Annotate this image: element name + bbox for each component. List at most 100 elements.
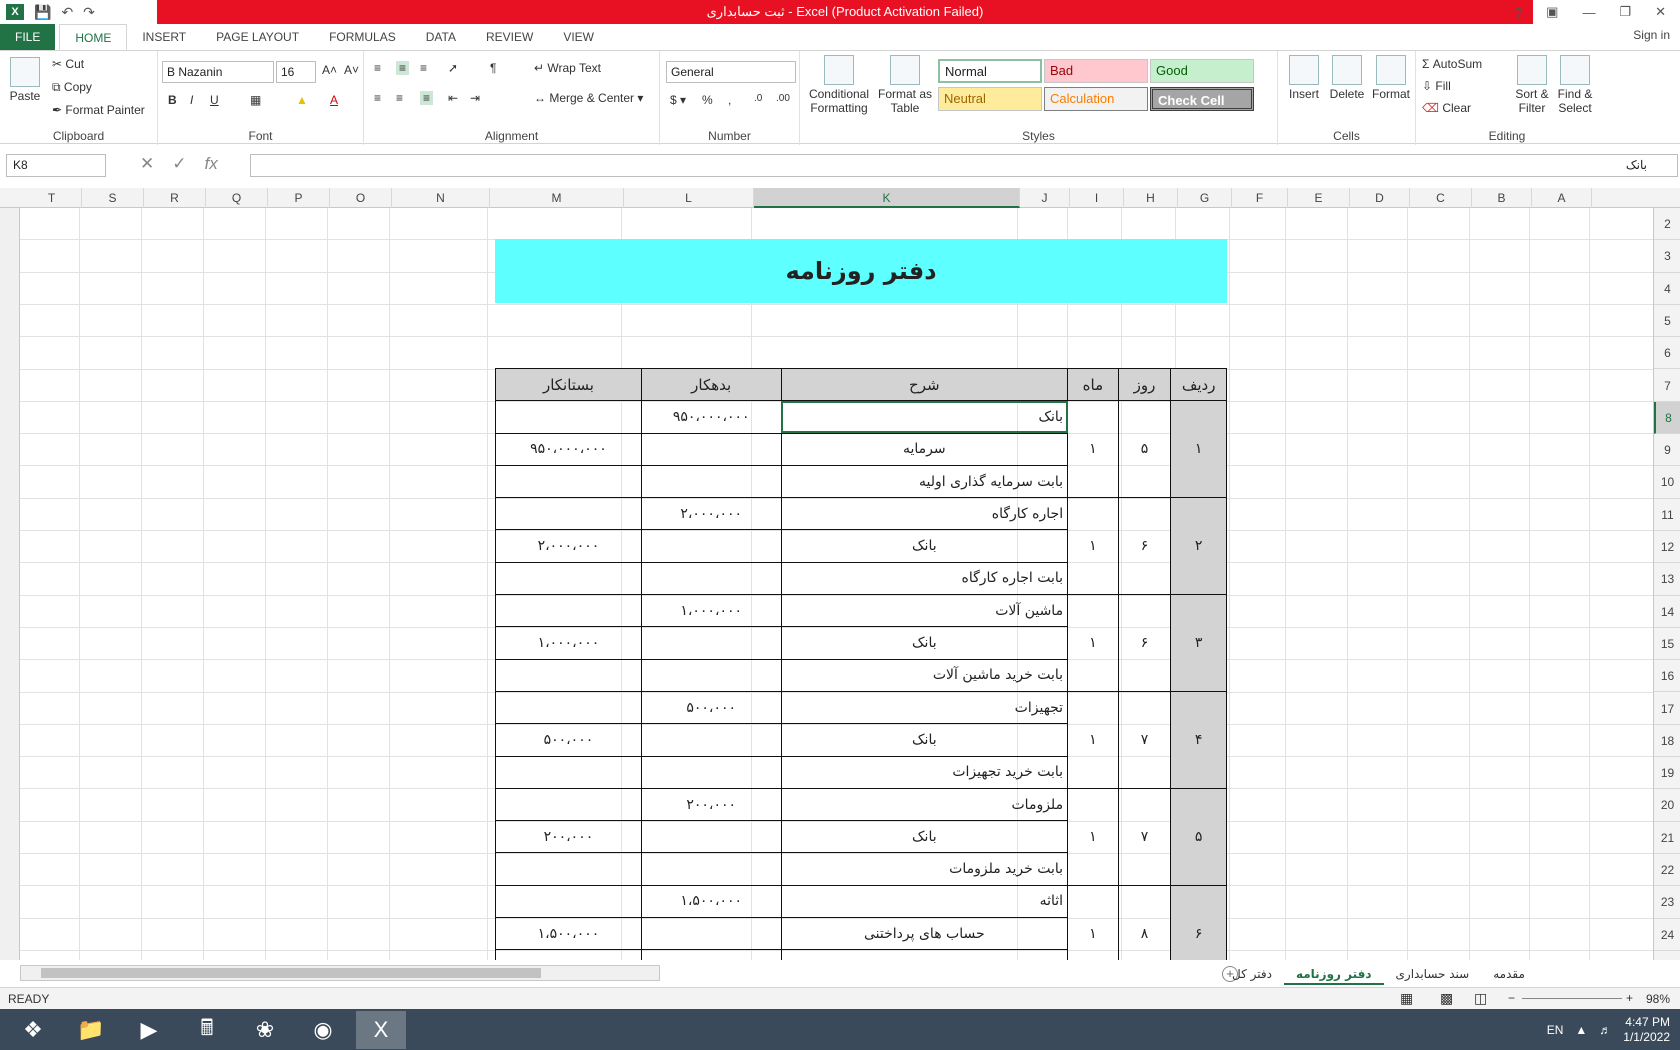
paint-icon[interactable]: ❀ <box>240 1011 290 1049</box>
calculator-icon[interactable]: 🖩 <box>182 1011 232 1049</box>
cell-debit-empty[interactable] <box>640 820 782 854</box>
align-middle-icon[interactable]: ≡ <box>396 61 410 75</box>
restore-icon[interactable]: ❐ <box>1619 4 1631 20</box>
style-neutral[interactable]: Neutral <box>938 87 1042 111</box>
cell-credit-empty[interactable] <box>495 464 642 499</box>
fill-color-icon[interactable]: ▲ <box>296 93 308 107</box>
style-calculation[interactable]: Calculation <box>1044 87 1148 111</box>
cell-debit-empty[interactable] <box>640 755 782 789</box>
copy-button[interactable]: ⧉ Copy <box>52 80 92 95</box>
align-bottom-icon[interactable]: ≡ <box>420 61 427 75</box>
sheet-tab-moghaddame[interactable]: مقدمه <box>1481 963 1537 985</box>
autosum-button[interactable]: Σ AutoSum <box>1422 57 1482 71</box>
row-header-18[interactable]: 18 <box>1654 725 1680 758</box>
align-top-icon[interactable]: ≡ <box>374 61 381 75</box>
tab-insert[interactable]: INSERT <box>127 24 201 50</box>
row-header-24[interactable]: 24 <box>1654 919 1680 951</box>
cell-rooz[interactable]: ۷ <box>1117 787 1172 886</box>
cell-rooz[interactable]: ۷ <box>1117 690 1172 789</box>
column-header-c[interactable]: C <box>1410 188 1472 208</box>
row-header-13[interactable]: 13 <box>1654 563 1680 596</box>
zoom-level[interactable]: 98% <box>1646 992 1670 1006</box>
column-header-k[interactable]: K <box>754 188 1020 208</box>
tab-data[interactable]: DATA <box>411 24 471 50</box>
bold-icon[interactable]: B <box>168 93 177 107</box>
conditional-formatting-button[interactable]: Conditional Formatting <box>806 55 872 115</box>
column-header-b[interactable]: B <box>1472 188 1532 208</box>
cell-mah[interactable]: ۱ <box>1067 497 1119 596</box>
fill-button[interactable]: ⇩ Fill <box>1422 79 1451 93</box>
scroll-thumb[interactable] <box>41 968 541 978</box>
cell-rooz[interactable]: ۶ <box>1117 594 1172 692</box>
cell-radif[interactable]: ۶ <box>1170 884 1227 960</box>
row-header-3[interactable]: 3 <box>1654 240 1680 273</box>
column-header-h[interactable]: H <box>1124 188 1178 208</box>
row-header-5[interactable]: 5 <box>1654 305 1680 338</box>
cell-debit-empty[interactable] <box>640 464 782 499</box>
sheet-tab-sanad[interactable]: سند حسابداری <box>1384 963 1482 985</box>
cell-credit-empty[interactable] <box>495 884 642 919</box>
cell-credit-empty[interactable] <box>495 755 642 789</box>
cancel-icon[interactable]: ✕ <box>140 154 154 174</box>
cell-debit-amount[interactable]: ۲،۰۰۰،۰۰۰ <box>640 497 782 531</box>
cell-credit-empty[interactable] <box>495 561 642 596</box>
font-color-icon[interactable]: A <box>330 93 338 107</box>
cell-rooz[interactable]: ۵ <box>1117 400 1172 499</box>
decrease-indent-icon[interactable]: ⇤ <box>448 91 458 105</box>
row-header-15[interactable]: 15 <box>1654 628 1680 661</box>
tab-view[interactable]: VIEW <box>548 24 609 50</box>
cell-credit-empty[interactable] <box>495 658 642 692</box>
cell-note[interactable]: بابت اجاره کارگاه <box>780 561 1069 596</box>
shrink-font-icon[interactable]: A˅ <box>344 63 359 77</box>
cell-debit-amount[interactable]: ۵۰۰،۰۰۰ <box>640 690 782 725</box>
help-icon[interactable]: ? <box>1515 5 1522 20</box>
column-header-a[interactable]: A <box>1532 188 1592 208</box>
header-mah[interactable]: ماه <box>1067 367 1119 402</box>
row-header-23[interactable]: 23 <box>1654 886 1680 919</box>
cell-debit-empty[interactable] <box>640 432 782 466</box>
cell-mah[interactable]: ۱ <box>1067 400 1119 499</box>
column-header-p[interactable]: P <box>268 188 330 208</box>
insert-button[interactable]: Insert <box>1284 55 1324 101</box>
close-icon[interactable]: ✕ <box>1655 4 1666 20</box>
cell-credit-amount[interactable]: ۲،۰۰۰،۰۰۰ <box>495 529 642 563</box>
row-header-6[interactable]: 6 <box>1654 337 1680 370</box>
cell-credit-account[interactable]: بانک <box>780 626 1069 660</box>
cell-rooz[interactable]: ۶ <box>1117 497 1172 596</box>
header-bestankar[interactable]: بستانکار <box>495 367 642 402</box>
column-header-d[interactable]: D <box>1350 188 1410 208</box>
row-header-14[interactable]: 14 <box>1654 596 1680 628</box>
row-header-21[interactable]: 21 <box>1654 822 1680 854</box>
sign-in-link[interactable]: Sign in <box>1633 28 1670 42</box>
orientation-icon[interactable]: ➚ <box>448 61 458 75</box>
cell-note[interactable]: بابت خرید ملزومات <box>780 852 1069 886</box>
text-direction-icon[interactable]: ¶ <box>490 61 496 75</box>
start-button-icon[interactable]: ❖ <box>8 1011 58 1049</box>
ribbon-display-icon[interactable]: ▣ <box>1546 4 1558 20</box>
column-header-e[interactable]: E <box>1288 188 1350 208</box>
page-layout-view-icon[interactable]: ▩ <box>1440 990 1453 1007</box>
cell-debit-account[interactable]: تجهیزات <box>780 690 1069 725</box>
merge-center-button[interactable]: ↔ Merge & Center ▾ <box>534 91 643 105</box>
increase-decimal-icon[interactable]: .0 <box>754 93 762 104</box>
clock[interactable]: 4:47 PM 1/1/2022 <box>1623 1015 1670 1045</box>
sheet-tab-daftar-kol[interactable]: دفتر کل <box>1220 963 1284 985</box>
cell-debit-empty[interactable] <box>640 658 782 692</box>
function-icon[interactable]: fx <box>205 154 218 174</box>
column-header-m[interactable]: M <box>490 188 624 208</box>
undo-icon[interactable]: ↶ <box>61 4 73 21</box>
page-break-view-icon[interactable]: ◫ <box>1474 990 1487 1007</box>
tab-review[interactable]: REVIEW <box>471 24 548 50</box>
horizontal-scrollbar[interactable] <box>20 965 660 981</box>
row-header-16[interactable]: 16 <box>1654 660 1680 693</box>
zoom-in-icon[interactable]: + <box>1626 991 1633 1005</box>
comma-icon[interactable]: , <box>728 93 731 107</box>
italic-icon[interactable]: I <box>190 93 193 107</box>
column-header-l[interactable]: L <box>624 188 754 208</box>
paste-button[interactable]: Paste <box>6 57 44 103</box>
media-player-icon[interactable]: ▶ <box>124 1011 174 1049</box>
cell-debit-amount[interactable]: ۲۰۰،۰۰۰ <box>640 787 782 822</box>
number-format-select[interactable]: General <box>666 61 796 83</box>
sort-filter-button[interactable]: Sort & Filter <box>1512 55 1552 115</box>
row-header-17[interactable]: 17 <box>1654 693 1680 725</box>
